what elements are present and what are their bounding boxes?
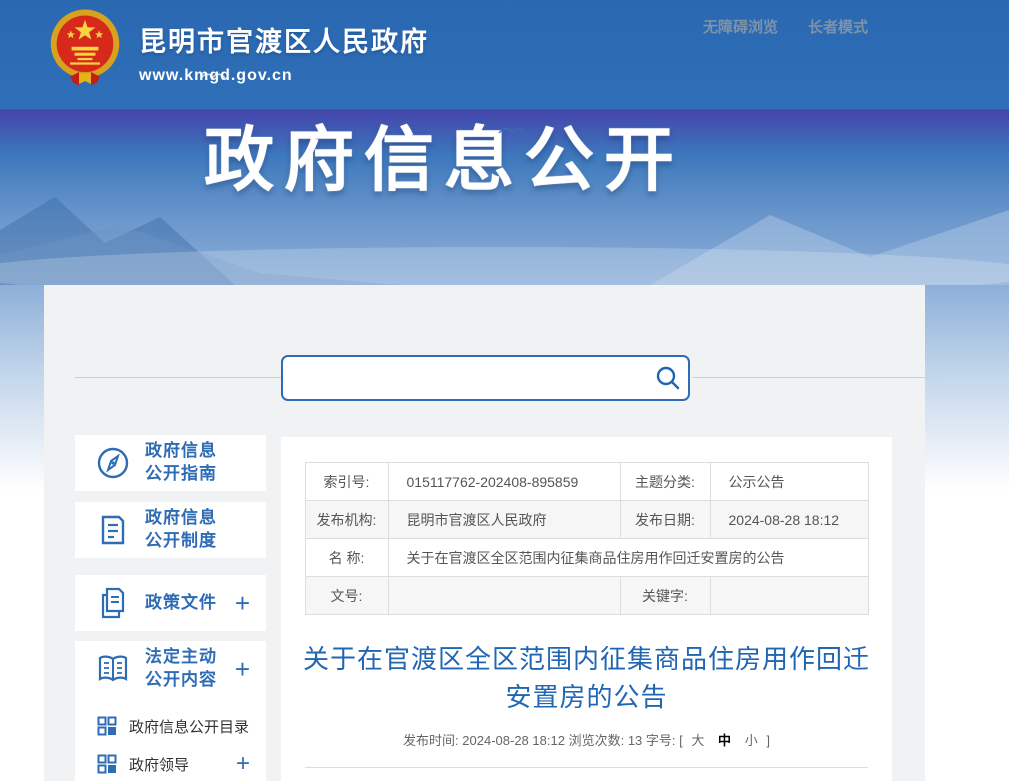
article-meta: 发布时间: 2024-08-28 18:12 浏览次数: 13 字号: [ 大 … [281,730,892,749]
sidebar-item-policy-files[interactable]: 政策文件 + [75,575,266,631]
divider-line [692,377,939,378]
elder-mode-link[interactable]: 长者模式 [808,16,868,37]
font-size-medium-button[interactable]: 中 [718,733,731,748]
search-button[interactable] [648,357,688,399]
sidebar-subsection: 政府信息公开目录 政府领导 + [75,697,266,781]
view-count-value: 13 [628,733,642,748]
sidebar-item-label: 政策文件 [145,592,225,615]
font-size-label: 字号: [646,733,676,748]
topic-category-label: 主题分类: [620,463,710,501]
accessibility-link[interactable]: 无障碍浏览 [703,16,778,37]
sidebar-item-label: 政府领导 [129,754,189,775]
document-info-table: 索引号: 015117762-202408-895859 主题分类: 公示公告 … [305,462,869,615]
banner: 昆明市官渡区人民政府 www.kmgd.gov.cn 无障碍浏览 长者模式 政府… [0,0,1009,285]
sidebar-item-label: 法定主动公开内容 [145,646,225,692]
topic-category-value: 公示公告 [710,463,868,501]
plus-icon: + [236,752,250,776]
sidebar-item-disclosure-catalog[interactable]: 政府信息公开目录 [75,713,266,739]
document-number-label: 文号: [305,577,388,615]
search-box [281,355,690,401]
table-row: 文号: 关键字: [305,577,868,615]
publish-date-label: 发布日期: [620,501,710,539]
search-icon [655,365,681,391]
document-number-value [388,577,620,615]
compass-icon [95,445,131,481]
publishing-agency-label: 发布机构: [305,501,388,539]
sidebar-item-government-leaders[interactable]: 政府领导 + [75,751,266,777]
index-number-value: 015117762-202408-895859 [388,463,620,501]
table-row: 名 称: 关于在官渡区全区范围内征集商品住房用作回迁安置房的公告 [305,539,868,577]
open-book-icon [95,651,131,687]
divider-line [305,767,868,768]
sidebar-item-label: 政府信息公开制度 [145,507,225,553]
national-emblem-logo [47,8,123,90]
sidebar-item-label: 政府信息公开目录 [129,716,249,737]
files-icon [95,585,131,621]
document-name-value: 关于在官渡区全区范围内征集商品住房用作回迁安置房的公告 [388,539,868,577]
article-panel: 索引号: 015117762-202408-895859 主题分类: 公示公告 … [281,437,892,781]
document-name-label: 名 称: [305,539,388,577]
article-title: 关于在官渡区全区范围内征集商品住房用作回迁安置房的公告 [299,641,874,716]
sidebar-item-system[interactable]: 政府信息公开制度 [75,502,266,558]
banner-title: 政府信息公开 [204,104,684,205]
publish-time-label: 发布时间: [403,733,459,748]
sidebar-item-statutory-disclosure[interactable]: 法定主动公开内容 + [75,641,266,697]
publish-date-value: 2024-08-28 18:12 [710,501,868,539]
divider-line [75,377,281,378]
grid-icon [97,754,117,774]
search-input[interactable] [283,357,648,399]
document-icon [95,512,131,548]
publish-time-value: 2024-08-28 18:12 [462,733,565,748]
view-count-label: 浏览次数: [569,733,625,748]
site-url: www.kmgd.gov.cn [139,67,429,85]
keyword-value [710,577,868,615]
site-identity: 昆明市官渡区人民政府 www.kmgd.gov.cn [139,20,429,85]
bracket: ] [766,733,770,748]
sidebar-item-guide[interactable]: 政府信息公开指南 [75,435,266,491]
publishing-agency-value: 昆明市官渡区人民政府 [388,501,620,539]
site-name: 昆明市官渡区人民政府 [139,20,429,59]
sidebar-item-label: 政府信息公开指南 [145,440,225,486]
table-row: 发布机构: 昆明市官渡区人民政府 发布日期: 2024-08-28 18:12 [305,501,868,539]
table-row: 索引号: 015117762-202408-895859 主题分类: 公示公告 [305,463,868,501]
font-size-large-button[interactable]: 大 [691,733,704,748]
plus-icon: + [235,590,250,616]
bracket: [ [679,733,683,748]
keyword-label: 关键字: [620,577,710,615]
content-panel: 政府信息公开指南 政府信息公开制度 政策文件 + [44,285,925,781]
index-number-label: 索引号: [305,463,388,501]
grid-icon [97,716,117,736]
font-size-small-button[interactable]: 小 [745,733,758,748]
top-links: 无障碍浏览 长者模式 [703,16,868,37]
plus-icon: + [235,656,250,682]
